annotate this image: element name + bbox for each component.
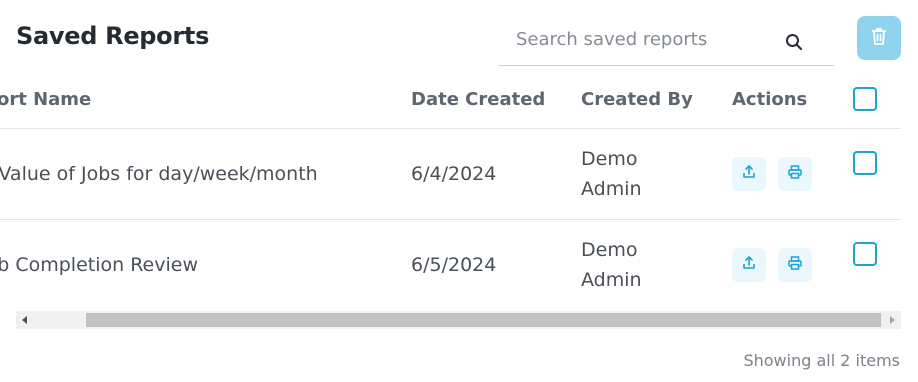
row-checkbox[interactable] bbox=[853, 151, 877, 175]
scroll-left-arrow-icon[interactable] bbox=[16, 311, 34, 329]
page-title: Saved Reports bbox=[16, 22, 210, 50]
date-created: 6/5/2024 bbox=[411, 254, 497, 276]
export-icon bbox=[741, 254, 757, 276]
table-row: Job Completion Review 6/5/2024 Demo Admi… bbox=[0, 220, 901, 310]
items-count-status: Showing all 2 items bbox=[743, 351, 900, 370]
print-icon bbox=[787, 254, 803, 276]
column-header-date-created: Date Created bbox=[411, 88, 546, 110]
trash-icon bbox=[870, 26, 888, 50]
print-button[interactable] bbox=[778, 157, 812, 191]
column-header-actions: Actions bbox=[732, 88, 808, 110]
print-icon bbox=[787, 163, 803, 185]
report-name[interactable]: Total Value of Jobs for day/week/month bbox=[0, 163, 318, 185]
reports-table: Report Name Date Created Created By Acti… bbox=[0, 70, 901, 310]
export-button[interactable] bbox=[732, 248, 766, 282]
print-button[interactable] bbox=[778, 248, 812, 282]
column-header-created-by: Created By bbox=[581, 88, 693, 110]
select-all-checkbox[interactable] bbox=[853, 87, 877, 111]
created-by: Demo Admin bbox=[581, 239, 642, 291]
search-input[interactable] bbox=[498, 22, 768, 56]
created-by: Demo Admin bbox=[581, 148, 642, 200]
table-row: Total Value of Jobs for day/week/month 6… bbox=[0, 129, 901, 220]
horizontal-scrollbar[interactable] bbox=[16, 311, 901, 329]
scrollbar-thumb[interactable] bbox=[86, 313, 881, 327]
table-header-row: Report Name Date Created Created By Acti… bbox=[0, 70, 901, 129]
column-header-report-name: Report Name bbox=[0, 88, 92, 110]
export-icon bbox=[741, 163, 757, 185]
scroll-right-arrow-icon[interactable] bbox=[883, 311, 901, 329]
search-box bbox=[498, 16, 834, 66]
search-icon[interactable] bbox=[780, 28, 808, 56]
export-button[interactable] bbox=[732, 157, 766, 191]
delete-selected-button[interactable] bbox=[857, 16, 901, 60]
reports-table-viewport: Report Name Date Created Created By Acti… bbox=[0, 70, 901, 310]
report-name[interactable]: Job Completion Review bbox=[0, 254, 198, 276]
date-created: 6/4/2024 bbox=[411, 163, 497, 185]
row-checkbox[interactable] bbox=[853, 242, 877, 266]
